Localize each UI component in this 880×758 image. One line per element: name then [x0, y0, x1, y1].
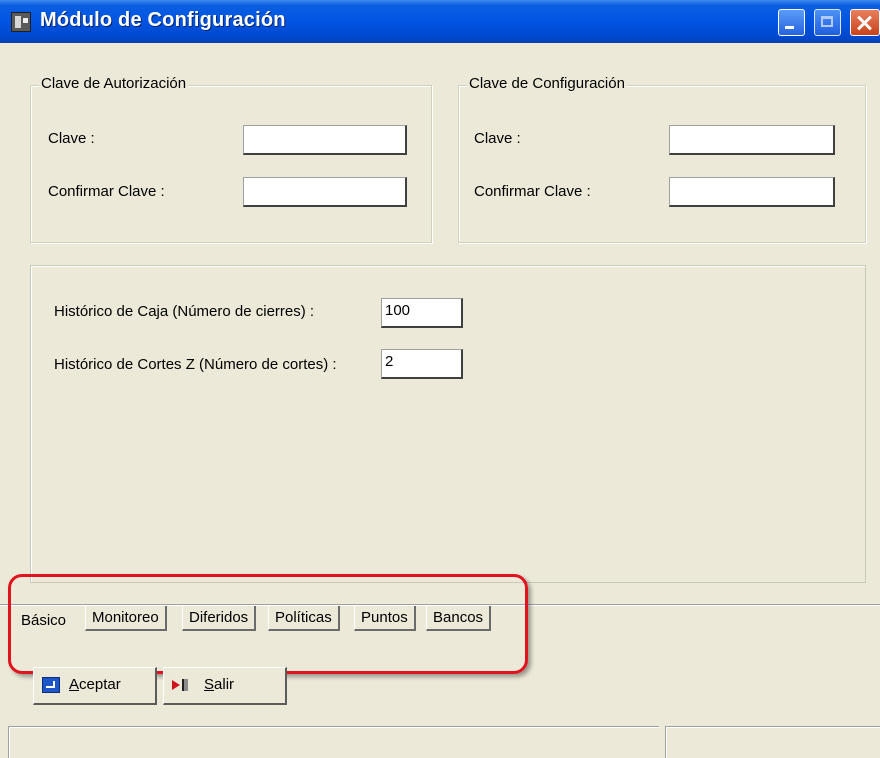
- accept-icon: [42, 677, 60, 693]
- exit-icon: [172, 677, 190, 693]
- minimize-icon[interactable]: [778, 9, 805, 36]
- configuration-legend: Clave de Configuración: [467, 75, 627, 92]
- configuration-confirm-field[interactable]: [669, 177, 835, 207]
- window-title: Módulo de Configuración: [40, 9, 286, 31]
- accept-button-label: Aceptar: [69, 676, 121, 693]
- cash-history-label: Histórico de Caja (Número de cierres) :: [54, 303, 315, 320]
- authorization-key-field[interactable]: [243, 125, 407, 155]
- status-bar-left: [8, 726, 659, 758]
- configuration-group: Clave de Configuración: [458, 75, 866, 243]
- accept-button[interactable]: Aceptar: [33, 667, 157, 705]
- exit-button-label: Salir: [204, 676, 235, 693]
- app-icon[interactable]: [11, 12, 31, 32]
- configuration-window: Módulo de Configuración Clave de Autoriz…: [0, 0, 880, 758]
- authorization-confirm-label: Confirmar Clave :: [48, 183, 165, 200]
- exit-button[interactable]: Salir: [163, 667, 287, 705]
- title-bar[interactable]: Módulo de Configuración: [0, 0, 880, 43]
- authorization-legend: Clave de Autorización: [39, 75, 189, 92]
- configuration-key-field[interactable]: [669, 125, 835, 155]
- tabs-highlight-box: [8, 574, 528, 674]
- authorization-group: Clave de Autorización: [30, 75, 432, 243]
- status-bar-right: [665, 726, 880, 758]
- z-cuts-history-field[interactable]: 2: [381, 349, 463, 379]
- maximize-icon[interactable]: [814, 9, 841, 36]
- close-icon[interactable]: [850, 9, 880, 36]
- configuration-confirm-label: Confirmar Clave :: [474, 183, 591, 200]
- configuration-key-label: Clave :: [474, 130, 521, 147]
- authorization-key-label: Clave :: [48, 130, 95, 147]
- z-cuts-history-label: Histórico de Cortes Z (Número de cortes)…: [54, 356, 337, 373]
- authorization-confirm-field[interactable]: [243, 177, 407, 207]
- cash-history-field[interactable]: 100: [381, 298, 463, 328]
